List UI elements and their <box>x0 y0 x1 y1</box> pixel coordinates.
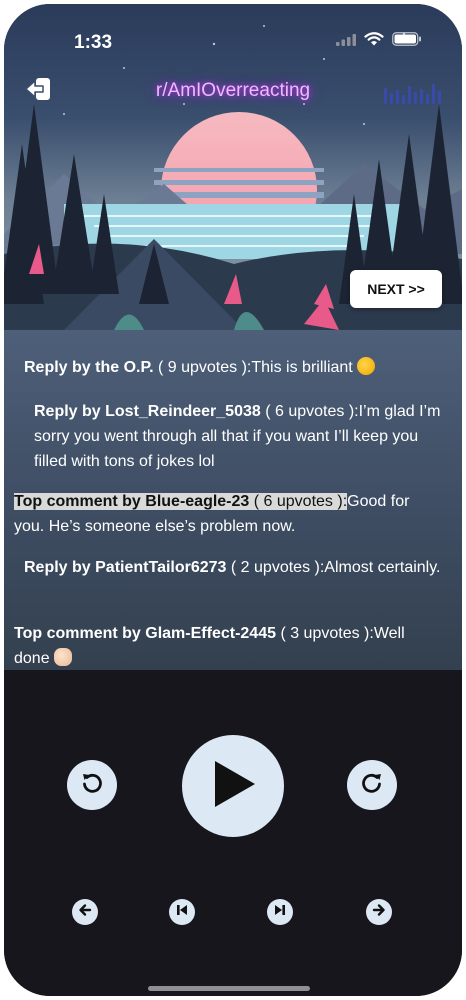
comment-author: Top comment by Blue-eagle-23 <box>14 493 250 510</box>
comments-panel: Reply by the O.P. ( 9 upvotes ):This is … <box>4 330 462 670</box>
comment-upvotes: ( 9 upvotes ) <box>157 359 247 376</box>
arrow-left-icon <box>78 903 92 922</box>
app-screen: 1:33 r/AmIOverreacting NEXT >> Reply by … <box>4 4 462 996</box>
arrow-right-icon <box>372 903 386 922</box>
rewind-icon <box>80 771 104 800</box>
comment-upvotes: ( 6 upvotes ) <box>253 493 343 510</box>
comment-text: Almost certainly. <box>324 559 441 576</box>
next-comment-button[interactable] <box>366 899 392 925</box>
status-bar: 1:33 <box>4 4 462 64</box>
audio-player <box>4 670 462 996</box>
comment-item: Top comment by Glam-Effect-2445 ( 3 upvo… <box>14 621 442 670</box>
audio-bars-icon <box>384 82 442 109</box>
comment-author: Reply by PatientTailor6273 <box>24 559 227 576</box>
comment-item-highlighted: Top comment by Blue-eagle-23 ( 6 upvotes… <box>14 489 442 539</box>
forward-icon <box>360 771 384 800</box>
comment-author: Reply by Lost_Reindeer_5038 <box>34 403 261 420</box>
comment-text: This is brilliant <box>251 359 353 376</box>
skip-back-icon <box>175 903 189 922</box>
home-indicator[interactable] <box>148 986 310 991</box>
battery-icon <box>392 32 422 51</box>
rewind-button[interactable] <box>67 760 117 810</box>
rolling-laughing-emoji <box>357 357 376 375</box>
play-button[interactable] <box>182 735 284 837</box>
comment-item: Reply by Lost_Reindeer_5038 ( 6 upvotes … <box>34 399 452 474</box>
comment-author: Reply by the O.P. <box>24 359 154 376</box>
cellular-signal-icon <box>336 33 356 51</box>
comment-item: Reply by PatientTailor6273 ( 2 upvotes )… <box>24 555 442 580</box>
skip-forward-icon <box>273 903 287 922</box>
forward-button[interactable] <box>347 760 397 810</box>
comment-upvotes: ( 3 upvotes ) <box>280 625 370 642</box>
comment-author: Top comment by Glam-Effect-2445 <box>14 625 276 642</box>
comment-upvotes: ( 2 upvotes ) <box>230 559 320 576</box>
wifi-icon <box>364 32 384 51</box>
status-icons <box>336 32 422 51</box>
play-icon <box>209 758 257 815</box>
comment-upvotes: ( 6 upvotes ) <box>265 403 355 420</box>
clapping-hands-emoji <box>54 648 73 666</box>
skip-forward-button[interactable] <box>267 899 293 925</box>
skip-back-button[interactable] <box>169 899 195 925</box>
comment-item: Reply by the O.P. ( 9 upvotes ):This is … <box>24 355 446 380</box>
status-time: 1:33 <box>74 32 113 53</box>
previous-comment-button[interactable] <box>72 899 98 925</box>
next-button[interactable]: NEXT >> <box>350 270 442 308</box>
